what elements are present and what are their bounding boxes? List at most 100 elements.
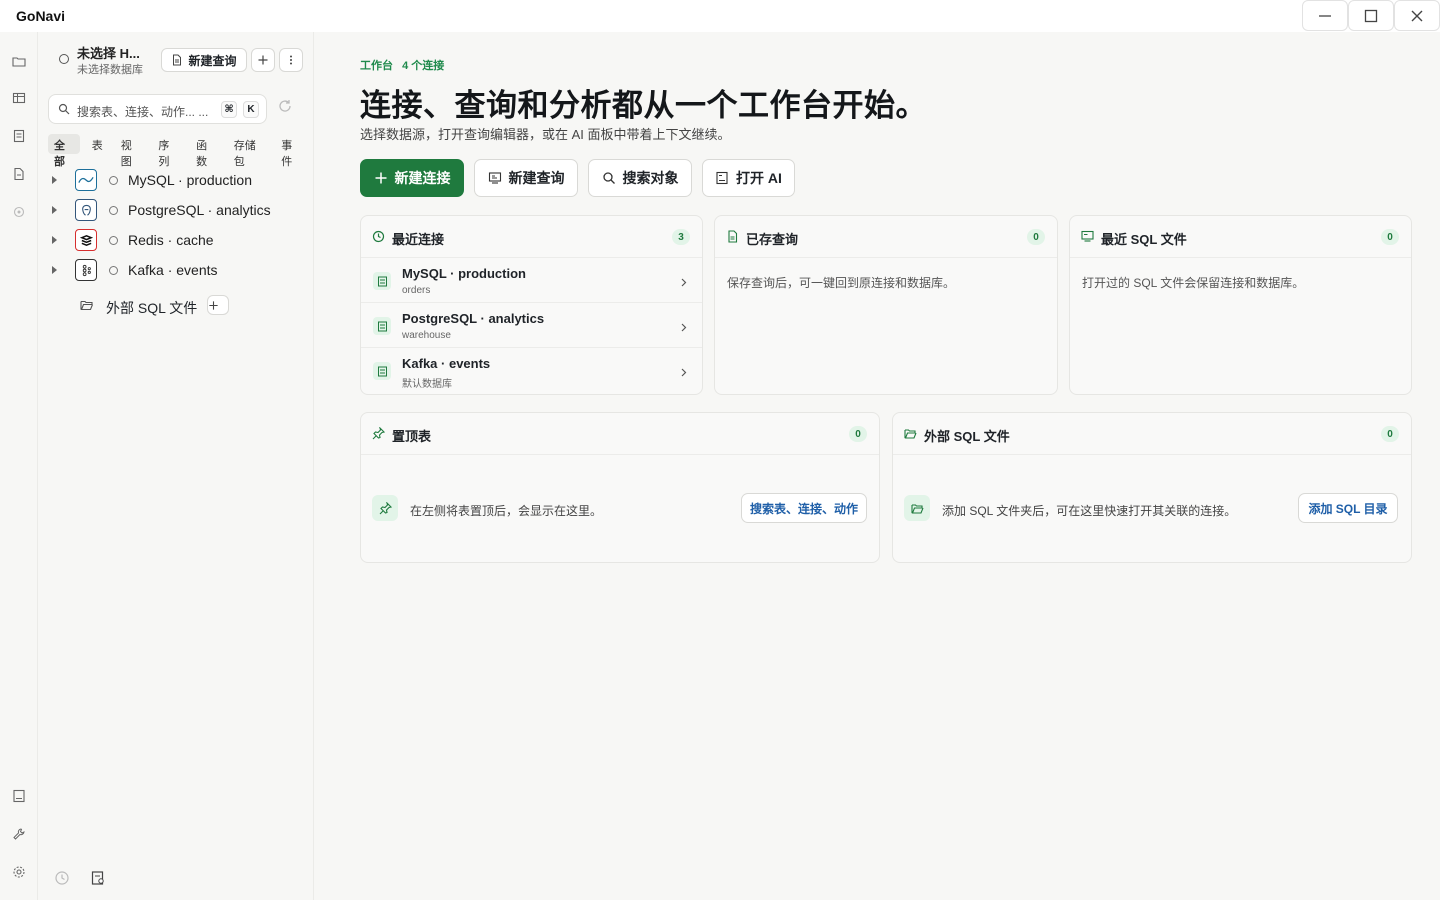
sql-log-button[interactable] <box>90 870 106 886</box>
connection-status-icon <box>109 206 118 215</box>
tree-item-redis[interactable]: Redis · cache <box>48 228 308 252</box>
add-external-sql-button[interactable] <box>207 295 229 315</box>
recent-connection-row[interactable]: MySQL · production orders <box>361 258 702 303</box>
folder-open-icon <box>904 495 930 521</box>
filter-functions[interactable]: 函数 <box>190 134 222 168</box>
card-title: 最近 SQL 文件 <box>1101 232 1187 247</box>
maximize-button[interactable] <box>1348 0 1394 31</box>
empty-state-text: 保存查询后，可一键回到原连接和数据库。 <box>727 276 956 290</box>
sidebar: 未选择 H... 未选择数据库 新建查询 搜索表、连接、动作... ... ⌘ … <box>38 32 314 900</box>
recent-connection-row[interactable]: PostgreSQL · analytics warehouse <box>361 303 702 348</box>
filter-tables[interactable]: 表 <box>86 134 109 154</box>
page-subtitle: 选择数据源，打开查询编辑器，或在 AI 面板中带着上下文继续。 <box>360 127 731 142</box>
recent-connection-name: Kafka · events <box>402 356 491 371</box>
open-ai-label: 打开 AI <box>736 170 782 186</box>
new-connection-button[interactable]: 新建连接 <box>360 159 464 197</box>
connection-status-icon <box>109 236 118 245</box>
recent-sql-files-card: 最近 SQL 文件 0 打开过的 SQL 文件会保留连接和数据库。 <box>1069 215 1412 395</box>
clock-icon <box>372 230 385 243</box>
ai-panel-icon[interactable] <box>12 789 26 803</box>
connection-database: 未选择数据库 <box>77 64 143 76</box>
filter-views[interactable]: 视图 <box>115 134 147 168</box>
tree-item-label: PostgreSQL · analytics <box>128 202 271 218</box>
page-title: 连接、查询和分析都从一个工作台开始。 <box>360 88 927 123</box>
shortcut-cmd-key: ⌘ <box>221 101 237 118</box>
expand-caret-icon[interactable] <box>52 236 57 244</box>
plus-icon <box>375 172 386 184</box>
saved-queries-card: 已存查询 0 保存查询后，可一键回到原连接和数据库。 <box>714 215 1058 395</box>
connection-name: 未选择 H... <box>77 46 140 61</box>
minimize-button[interactable] <box>1302 0 1348 31</box>
sidebar-add-button[interactable] <box>251 48 275 72</box>
add-sql-directory-button[interactable]: 添加 SQL 目录 <box>1298 493 1398 523</box>
recent-connections-list: MySQL · production orders PostgreSQL · a… <box>361 258 702 395</box>
connection-status-icon <box>109 266 118 275</box>
card-title: 置顶表 <box>392 429 432 444</box>
count-badge: 0 <box>1381 229 1399 245</box>
tree-item-postgresql[interactable]: PostgreSQL · analytics <box>48 198 308 222</box>
recent-connection-name: MySQL · production <box>402 266 526 281</box>
count-badge: 0 <box>1027 229 1045 245</box>
filter-packages[interactable]: 存储包 <box>228 134 270 168</box>
gear-icon[interactable] <box>12 865 26 879</box>
count-badge: 0 <box>849 426 867 442</box>
card-header: 已存查询 0 <box>715 216 1057 258</box>
close-button[interactable] <box>1394 0 1440 31</box>
new-query-button[interactable]: 新建查询 <box>474 159 578 197</box>
pin-icon <box>372 426 386 440</box>
sql-terminal-icon <box>488 172 501 184</box>
expand-caret-icon[interactable] <box>52 176 57 184</box>
target-icon[interactable] <box>12 205 26 219</box>
tree-item-kafka[interactable]: Kafka · events <box>48 258 308 282</box>
card-header: 外部 SQL 文件 0 <box>893 413 1411 455</box>
pinned-tables-card: 置顶表 0 在左侧将表置顶后，会显示在这里。 搜索表、连接、动作 <box>360 412 880 563</box>
filter-all[interactable]: 全部 <box>48 134 80 168</box>
more-vertical-icon <box>290 55 292 65</box>
plus-icon <box>258 55 268 65</box>
search-icon <box>58 103 70 115</box>
folder-icon[interactable] <box>12 54 26 68</box>
open-ai-button[interactable]: 打开 AI <box>702 159 795 197</box>
tree-item-label: Kafka · events <box>128 262 218 278</box>
breadcrumb-workspace: 工作台 <box>360 60 393 72</box>
ai-panel-icon <box>716 171 728 185</box>
tree-item-label: Redis · cache <box>128 232 214 248</box>
sidebar-search-input[interactable]: 搜索表、连接、动作... ... ⌘ K <box>48 94 267 124</box>
card-title: 已存查询 <box>746 232 799 247</box>
history-button[interactable] <box>54 870 70 886</box>
workspace-main: 工作台 4 个连接 连接、查询和分析都从一个工作台开始。 选择数据源，打开查询编… <box>330 32 1440 900</box>
maximize-icon <box>1364 9 1378 22</box>
filter-sequences[interactable]: 序列 <box>152 134 184 168</box>
connection-selector[interactable]: 未选择 H... 未选择数据库 新建查询 <box>54 42 314 78</box>
refresh-button[interactable] <box>277 98 299 120</box>
database-icon <box>373 317 391 335</box>
search-objects-button[interactable]: 搜索对象 <box>588 159 692 197</box>
tree-item-mysql[interactable]: MySQL · production <box>48 168 308 192</box>
expand-caret-icon[interactable] <box>52 206 57 214</box>
sql-terminal-icon <box>1081 230 1094 243</box>
database-icon <box>373 272 391 290</box>
external-sql-label: 外部 SQL 文件 <box>106 300 198 316</box>
recent-connection-row[interactable]: Kafka · events 默认数据库 <box>361 348 702 393</box>
expand-caret-icon[interactable] <box>52 266 57 274</box>
history-icon <box>55 871 69 885</box>
sidebar-more-button[interactable] <box>279 48 303 72</box>
folder-open-icon <box>80 300 94 311</box>
wrench-icon[interactable] <box>12 827 26 841</box>
close-icon <box>1411 10 1423 21</box>
redis-logo-icon <box>75 229 97 251</box>
list-icon[interactable] <box>12 129 26 143</box>
search-tables-button[interactable]: 搜索表、连接、动作 <box>741 493 867 523</box>
filter-events[interactable]: 事件 <box>275 134 307 168</box>
card-header: 置顶表 0 <box>361 413 879 455</box>
search-objects-label: 搜索对象 <box>622 170 679 186</box>
card-title: 最近连接 <box>392 232 445 247</box>
sidebar-new-query-button[interactable]: 新建查询 <box>161 48 247 72</box>
workspace-breadcrumb: 工作台 4 个连接 <box>360 57 450 73</box>
pin-icon <box>372 495 398 521</box>
document-icon[interactable] <box>12 167 26 181</box>
kafka-logo-icon <box>75 259 97 281</box>
external-sql-card: 外部 SQL 文件 0 添加 SQL 文件夹后，可在这里快速打开其关联的连接。 … <box>892 412 1412 563</box>
app-title: GoNavi <box>16 8 66 24</box>
table-icon[interactable] <box>12 91 26 105</box>
